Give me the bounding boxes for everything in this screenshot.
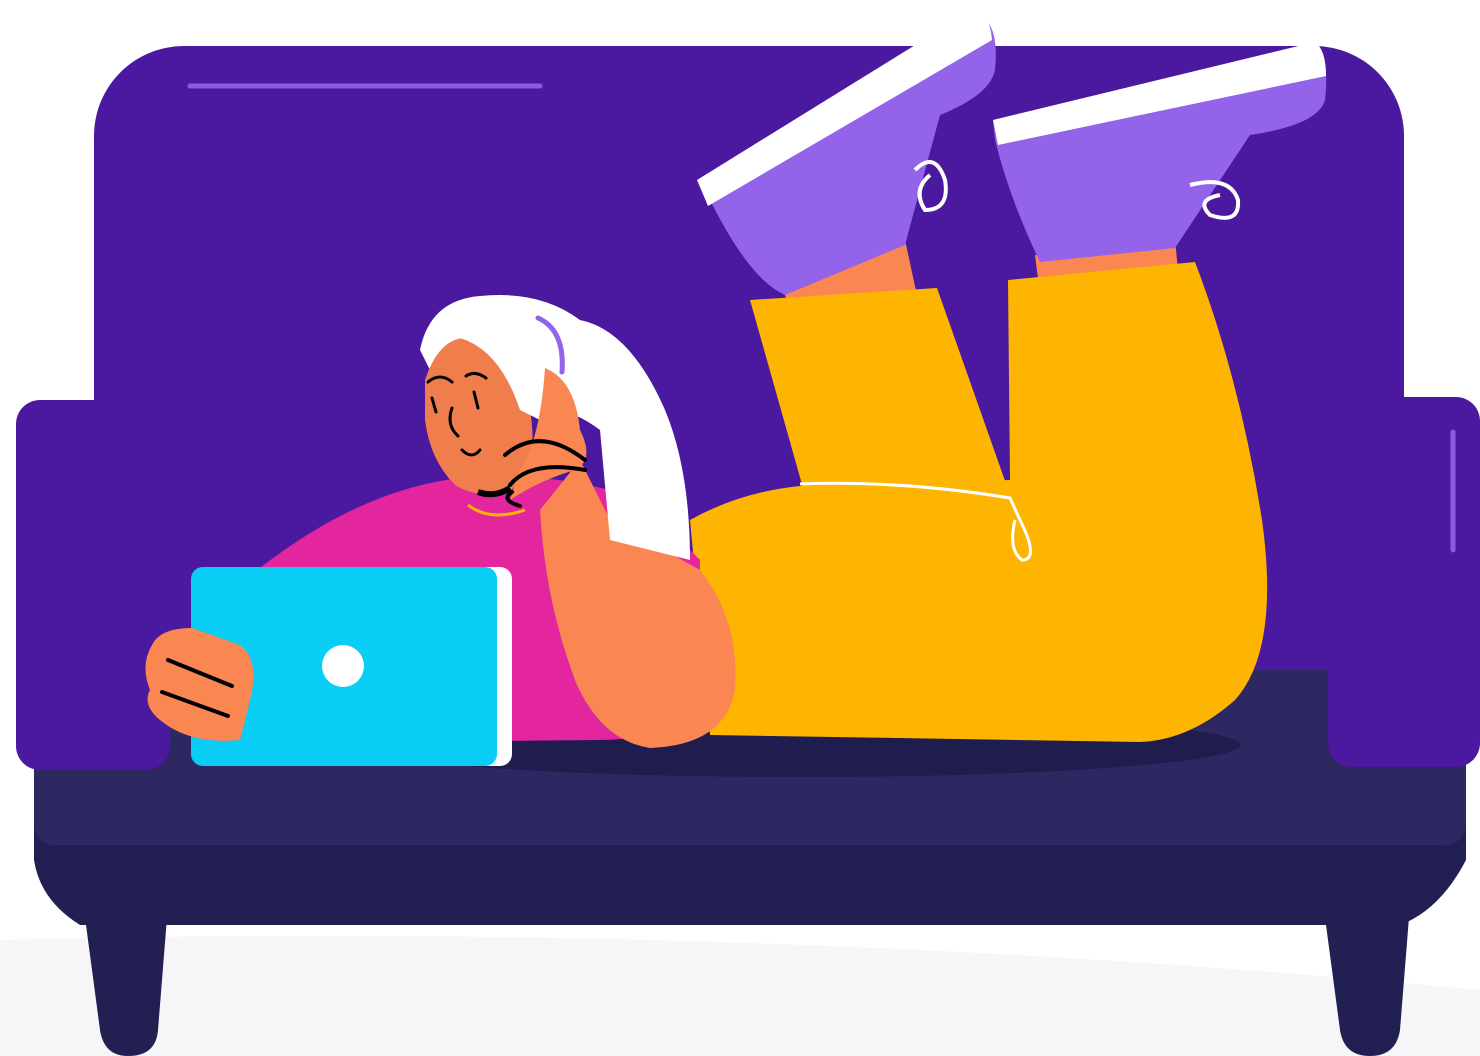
sofa-armrest-right (1328, 397, 1480, 767)
tablet-camera-icon (322, 645, 364, 687)
person-on-sofa-illustration (0, 8, 1480, 1056)
sofa-armrest-left (16, 400, 170, 770)
floor-shape (0, 935, 1480, 1056)
illustration-canvas (0, 0, 1480, 1056)
